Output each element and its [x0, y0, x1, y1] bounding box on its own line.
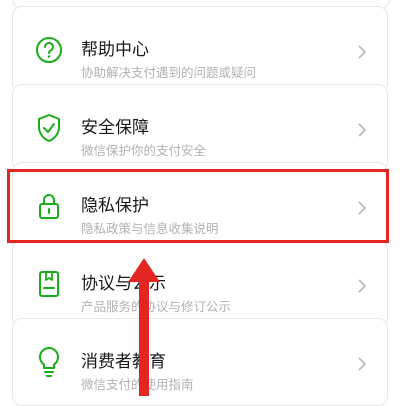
document-icon: [33, 267, 65, 301]
chevron-right-icon: [357, 44, 367, 60]
menu-item-subtitle: 产品服务的协议与修订公示: [81, 299, 232, 314]
menu-item-title: 安全保障: [81, 118, 149, 138]
chevron-right-icon: [357, 278, 367, 294]
lightbulb-icon: [33, 345, 65, 379]
menu-item-agreements[interactable]: 协议与公示 产品服务的协议与修订公示: [12, 240, 388, 328]
menu-item-subtitle: 协助解决支付遇到的问题或疑问: [81, 65, 257, 80]
menu-item-subtitle: 隐私政策与信息收集说明: [81, 221, 219, 236]
chevron-right-icon: [357, 356, 367, 372]
payment-menu-screen: 帮助中心 协助解决支付遇到的问题或疑问 安全保障 微信保护你的支付安全 隐私保护…: [0, 0, 400, 406]
menu-item-privacy[interactable]: 隐私保护 隐私政策与信息收集说明: [12, 162, 388, 250]
padlock-icon: [33, 189, 65, 223]
menu-item-subtitle: 微信支付的使用指南: [81, 377, 194, 392]
menu-item-consumer-education[interactable]: 消费者教育 微信支付的使用指南: [12, 318, 388, 406]
shield-check-icon: [33, 111, 65, 145]
chevron-right-icon: [357, 122, 367, 138]
menu-item-title: 消费者教育: [81, 352, 166, 372]
menu-item-title: 协议与公示: [81, 274, 166, 294]
chevron-right-icon: [357, 200, 367, 216]
help-circle-icon: [33, 33, 65, 67]
menu-item-title: 帮助中心: [81, 40, 149, 60]
menu-item-help-center[interactable]: 帮助中心 协助解决支付遇到的问题或疑问: [12, 6, 388, 94]
menu-item-security[interactable]: 安全保障 微信保护你的支付安全: [12, 84, 388, 172]
menu-item-title: 隐私保护: [81, 196, 149, 216]
menu-item-subtitle: 微信保护你的支付安全: [81, 143, 207, 158]
